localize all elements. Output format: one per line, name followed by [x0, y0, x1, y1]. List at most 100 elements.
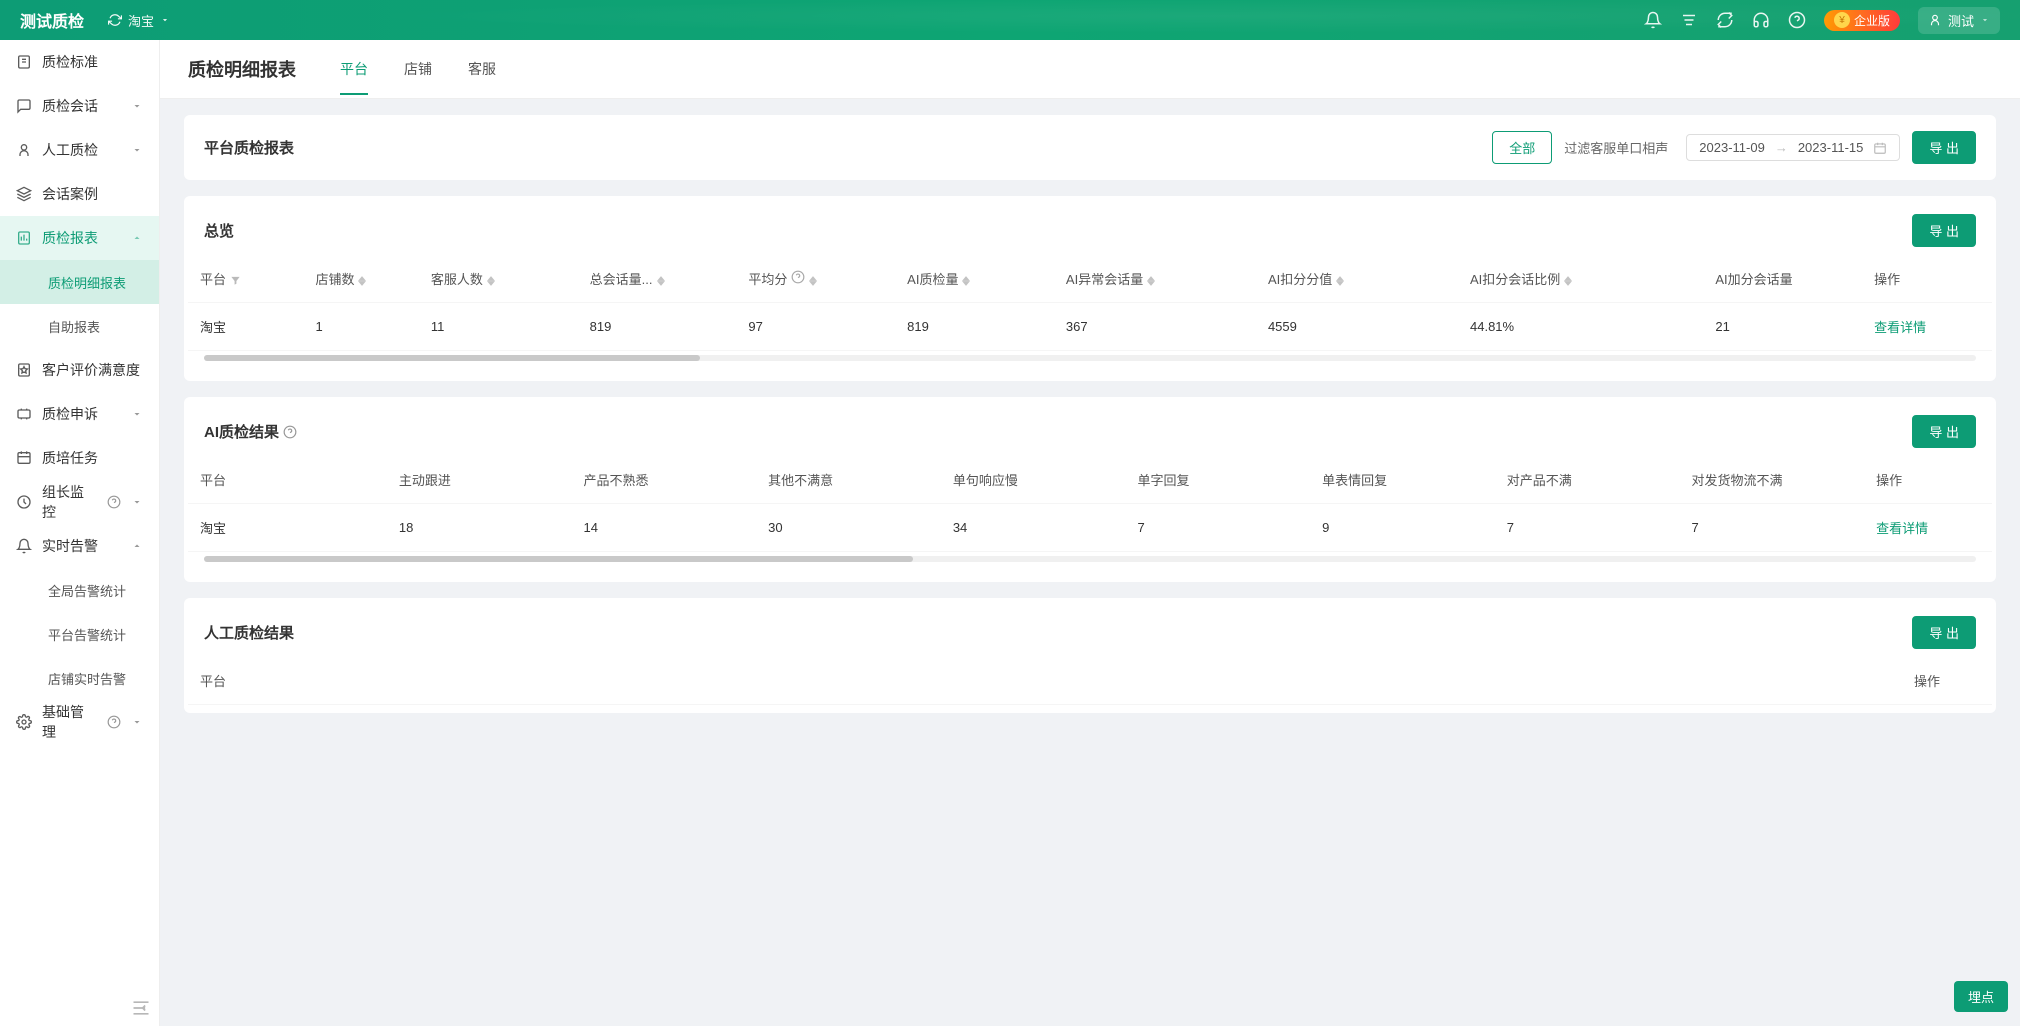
- layers-icon: [16, 186, 32, 202]
- sidebar-item-4[interactable]: 质检报表: [0, 216, 159, 260]
- sidebar-subitem-4-1[interactable]: 自助报表: [0, 304, 159, 348]
- view-detail-link[interactable]: 查看详情: [1876, 521, 1928, 536]
- refresh-icon: [108, 13, 122, 27]
- cell-c1: 18: [387, 504, 572, 552]
- coin-icon: ¥: [1834, 12, 1850, 28]
- col-avg-score[interactable]: 平均分: [736, 255, 895, 303]
- cell-c4: 34: [941, 504, 1126, 552]
- ai-result-title: AI质检结果: [204, 421, 279, 442]
- help-icon[interactable]: [107, 495, 121, 509]
- col-ai-abnormal[interactable]: AI异常会话量: [1054, 255, 1256, 303]
- overview-hscroll[interactable]: [204, 355, 1976, 361]
- ai-export-button[interactable]: 导 出: [1912, 415, 1976, 448]
- sidebar-subitem-9-1[interactable]: 平台告警统计: [0, 612, 159, 656]
- sidebar-item-9[interactable]: 实时告警: [0, 524, 159, 568]
- cell-ai-bonus: 21: [1703, 303, 1862, 351]
- sidebar-item-10[interactable]: 基础管理: [0, 700, 159, 744]
- col-c7: 对产品不满: [1495, 456, 1680, 504]
- col-ai-deduct-points[interactable]: AI扣分分值: [1256, 255, 1458, 303]
- sidebar-item-3[interactable]: 会话案例: [0, 172, 159, 216]
- table-row: 淘宝 18 14 30 34 7 9 7 7 查看详情: [188, 504, 1992, 552]
- sync-icon[interactable]: [1716, 11, 1734, 29]
- help-icon[interactable]: [283, 425, 297, 439]
- sidebar-item-7[interactable]: 质培任务: [0, 436, 159, 480]
- filter-icon[interactable]: [230, 275, 241, 286]
- manual-result-card: 人工质检结果 导 出 平台 操作: [184, 598, 1996, 713]
- manual-result-table: 平台 操作: [188, 657, 1992, 705]
- ai-hscroll[interactable]: [204, 556, 1976, 562]
- sidebar-subitem-9-0[interactable]: 全局告警统计: [0, 568, 159, 612]
- help-icon[interactable]: [1788, 11, 1806, 29]
- cell-platform: 淘宝: [188, 504, 387, 552]
- cell-agent-count: 11: [419, 303, 578, 351]
- sidebar-item-1[interactable]: 质检会话: [0, 84, 159, 128]
- export-button[interactable]: 导 出: [1912, 131, 1976, 164]
- sidebar-item-label: 店铺实时告警: [48, 669, 143, 688]
- range-arrow: →: [1775, 140, 1788, 155]
- sidebar-item-label: 人工质检: [42, 140, 121, 160]
- col-total-sessions[interactable]: 总会话量...: [578, 255, 737, 303]
- tracking-float-button[interactable]: 埋点: [1954, 981, 2008, 1012]
- overview-export-button[interactable]: 导 出: [1912, 214, 1976, 247]
- bell-icon[interactable]: [1644, 11, 1662, 29]
- cell-platform: 淘宝: [188, 303, 303, 351]
- date-range-picker[interactable]: 2023-11-09 → 2023-11-15: [1686, 134, 1900, 161]
- col-ai-checked[interactable]: AI质检量: [895, 255, 1054, 303]
- sidebar-item-0[interactable]: 质检标准: [0, 40, 159, 84]
- col-action: 操作: [1864, 456, 1992, 504]
- cell-store-count: 1: [303, 303, 418, 351]
- help-icon[interactable]: [791, 270, 805, 284]
- sidebar-item-label: 平台告警统计: [48, 625, 143, 644]
- sidebar-item-label: 基础管理: [42, 702, 97, 742]
- sidebar-subitem-4-0[interactable]: 质检明细报表: [0, 260, 159, 304]
- tab-1[interactable]: 店铺: [404, 59, 432, 95]
- col-c8: 对发货物流不满: [1679, 456, 1864, 504]
- user-menu[interactable]: 测试: [1918, 7, 2000, 34]
- filter-note: 过滤客服单口相声: [1564, 138, 1668, 157]
- content-scroll[interactable]: 平台质检报表 全部 过滤客服单口相声 2023-11-09 → 2023-11-…: [160, 99, 2020, 1026]
- cell-ai-abnormal: 367: [1054, 303, 1256, 351]
- date-to: 2023-11-15: [1798, 140, 1864, 155]
- platform-selected-label: 淘宝: [128, 11, 154, 30]
- menu-icon[interactable]: [1680, 11, 1698, 29]
- help-icon[interactable]: [107, 715, 121, 729]
- cell-avg-score: 97: [736, 303, 895, 351]
- filter-all-button[interactable]: 全部: [1492, 131, 1552, 164]
- ai-result-table: 平台 主动跟进 产品不熟悉 其他不满意 单句响应慢 单字回复 单表情回复 对产品…: [188, 456, 1992, 552]
- col-store-count[interactable]: 店铺数: [303, 255, 418, 303]
- manual-export-button[interactable]: 导 出: [1912, 616, 1976, 649]
- bell-icon: [16, 538, 32, 554]
- enterprise-badge[interactable]: ¥ 企业版: [1824, 10, 1900, 31]
- chevron-down-icon: [131, 144, 143, 156]
- col-platform[interactable]: 平台: [188, 255, 303, 303]
- sidebar-item-2[interactable]: 人工质检: [0, 128, 159, 172]
- view-detail-link[interactable]: 查看详情: [1874, 320, 1926, 335]
- col-c2: 产品不熟悉: [572, 456, 757, 504]
- col-ai-deduct-ratio[interactable]: AI扣分会话比例: [1458, 255, 1703, 303]
- sidebar-item-label: 组长监控: [42, 482, 97, 522]
- sidebar-item-8[interactable]: 组长监控: [0, 480, 159, 524]
- col-platform: 平台: [188, 657, 1902, 705]
- main-area: 质检明细报表 平台店铺客服 平台质检报表 全部 过滤客服单口相声 2023-11…: [160, 40, 2020, 1026]
- cell-total-sessions: 819: [578, 303, 737, 351]
- person-icon: [16, 142, 32, 158]
- chevron-down-icon: [131, 716, 143, 728]
- gear-icon: [16, 714, 32, 730]
- collapse-sidebar-icon[interactable]: [131, 998, 151, 1018]
- clock-icon: [16, 494, 32, 510]
- sidebar-item-6[interactable]: 质检申诉: [0, 392, 159, 436]
- sidebar-item-label: 质检明细报表: [48, 273, 143, 292]
- col-agent-count[interactable]: 客服人数: [419, 255, 578, 303]
- headset-icon[interactable]: [1752, 11, 1770, 29]
- sidebar: 质检标准 质检会话 人工质检 会话案例 质检报表 质检明细报表自助报表 客户评价…: [0, 40, 160, 1026]
- sidebar-item-label: 客户评价满意度: [42, 360, 143, 380]
- col-ai-bonus[interactable]: AI加分会话量: [1703, 255, 1862, 303]
- sidebar-item-label: 质检报表: [42, 228, 121, 248]
- sidebar-subitem-9-2[interactable]: 店铺实时告警: [0, 656, 159, 700]
- tab-2[interactable]: 客服: [468, 59, 496, 95]
- overview-card: 总览 导 出 平台 店铺数 客服人数 总会话量... 平均分: [184, 196, 1996, 381]
- standard-icon: [16, 54, 32, 70]
- platform-selector[interactable]: 淘宝: [108, 11, 170, 30]
- tab-0[interactable]: 平台: [340, 59, 368, 95]
- sidebar-item-5[interactable]: 客户评价满意度: [0, 348, 159, 392]
